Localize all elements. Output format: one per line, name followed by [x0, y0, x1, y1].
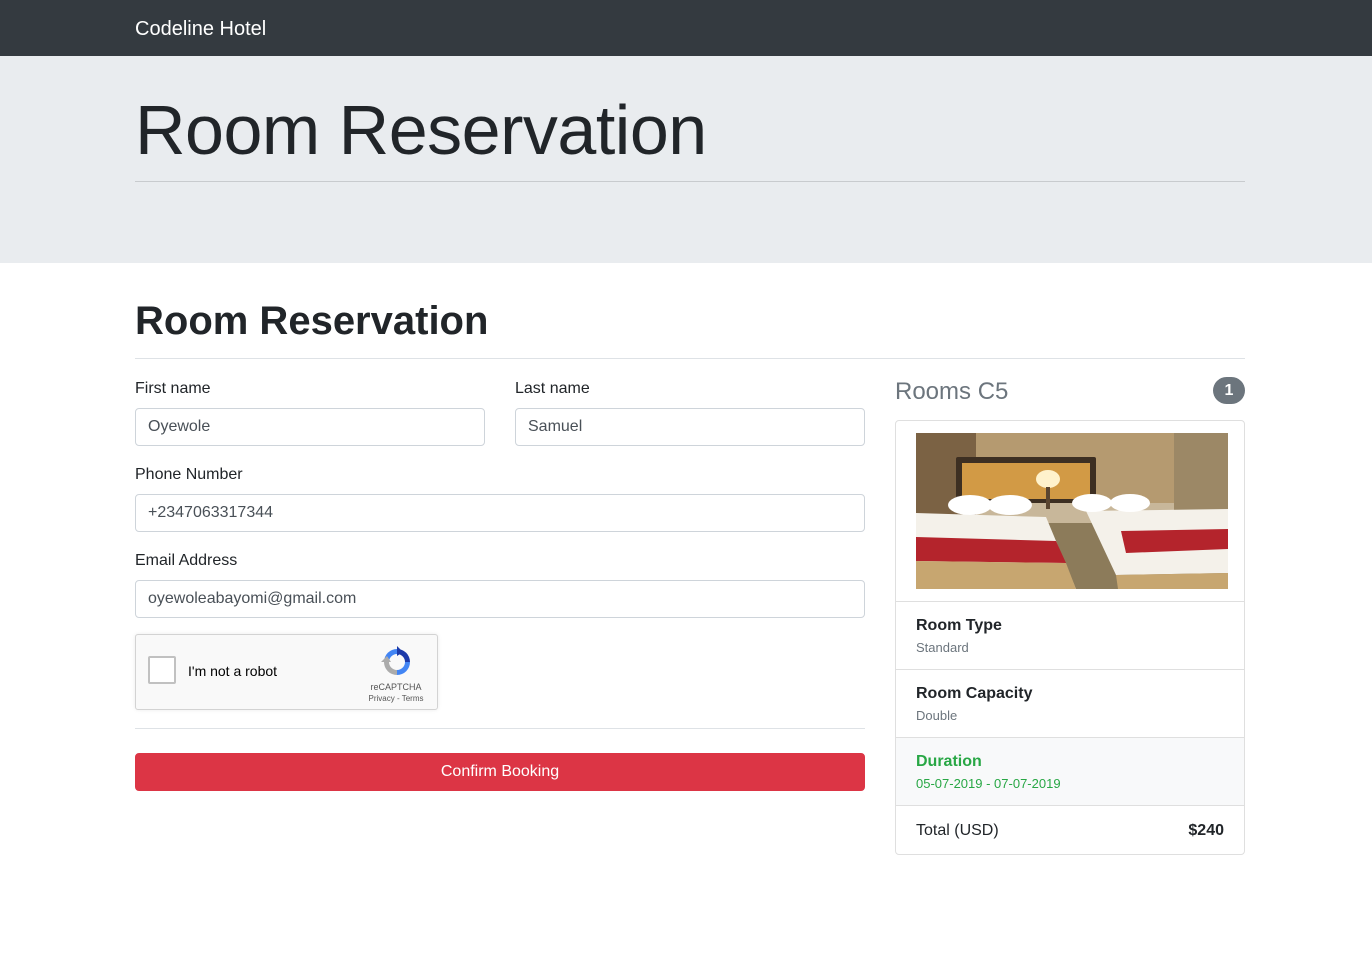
total-label: Total (USD)	[916, 822, 999, 839]
room-type-item: Room Type Standard	[896, 601, 1244, 669]
section-title: Room Reservation	[135, 299, 489, 343]
total-value: $240	[1188, 822, 1224, 839]
email-input[interactable]	[135, 580, 865, 618]
page-title: Room Reservation	[135, 91, 707, 169]
recaptcha-checkbox[interactable]	[148, 656, 176, 684]
phone-label: Phone Number	[135, 466, 243, 483]
jumbotron: Room Reservation	[0, 56, 1372, 263]
recaptcha-brand: reCAPTCHA	[370, 682, 422, 692]
first-name-input[interactable]	[135, 408, 485, 446]
email-label: Email Address	[135, 552, 238, 569]
room-count-badge: 1	[1213, 377, 1245, 404]
duration-value: 05-07-2019 - 07-07-2019	[916, 776, 1061, 791]
brand-link[interactable]: Codeline Hotel	[135, 16, 266, 42]
booking-summary-card: Room Type Standard Room Capacity Double …	[895, 420, 1245, 855]
duration-item: Duration 05-07-2019 - 07-07-2019	[896, 737, 1244, 805]
recaptcha-logo-icon	[381, 646, 410, 675]
room-capacity-value: Double	[916, 708, 958, 723]
jumbotron-divider	[135, 181, 1245, 182]
room-capacity-label: Room Capacity	[916, 685, 1033, 702]
hotel-room-image	[916, 433, 1228, 589]
last-name-label: Last name	[515, 380, 590, 397]
form-divider	[135, 728, 865, 729]
phone-input[interactable]	[135, 494, 865, 532]
last-name-input[interactable]	[515, 408, 865, 446]
room-capacity-item: Room Capacity Double	[896, 669, 1244, 737]
recaptcha-widget: I'm not a robot reCAPTCHA Privacy - Term…	[135, 634, 438, 710]
top-navbar: Codeline Hotel	[0, 0, 1372, 56]
room-type-value: Standard	[916, 640, 969, 655]
recaptcha-label: I'm not a robot	[188, 663, 278, 679]
recaptcha-links[interactable]: Privacy - Terms	[358, 694, 434, 704]
section-divider	[135, 358, 1245, 359]
total-item: Total (USD) $240	[896, 805, 1244, 854]
first-name-label: First name	[135, 380, 211, 397]
confirm-booking-button[interactable]: Confirm Booking	[135, 753, 865, 791]
duration-label: Duration	[916, 753, 982, 770]
summary-heading: Rooms C5	[895, 378, 1009, 405]
room-type-label: Room Type	[916, 617, 1002, 634]
